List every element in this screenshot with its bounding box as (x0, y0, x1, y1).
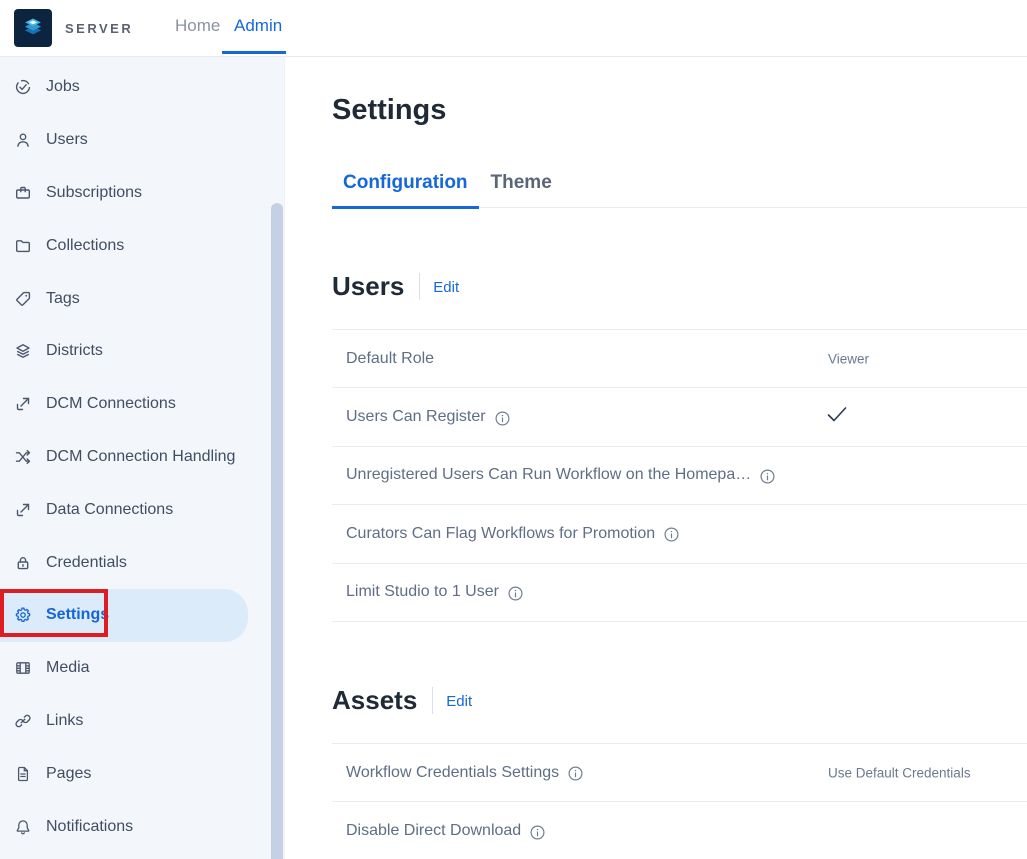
nav-tab-admin[interactable]: Admin (234, 16, 282, 36)
tab-configuration[interactable]: Configuration (332, 172, 479, 209)
film-icon (14, 659, 32, 677)
sidebar-item-label: Collections (46, 237, 124, 255)
users-settings-table: Default Role Viewer Users Can Register (332, 329, 1027, 622)
sidebar-item-label: DCM Connections (46, 395, 176, 413)
settings-tabs: Configuration Theme (332, 172, 1027, 208)
setting-row-users-can-register: Users Can Register (332, 388, 1027, 446)
arrow-up-right-icon (14, 501, 32, 519)
page-title: Settings (332, 94, 1027, 127)
logo-label: SERVER (65, 21, 133, 36)
sidebar-item-settings[interactable]: Settings (0, 589, 248, 642)
sidebar-item-districts[interactable]: Districts (0, 325, 284, 378)
sidebar-item-label: Users (46, 131, 88, 149)
setting-row-default-role: Default Role Viewer (332, 330, 1027, 388)
sidebar-item-label: Subscriptions (46, 184, 142, 202)
sidebar-item-label: Settings (46, 606, 109, 624)
setting-row-workflow-credentials: Workflow Credentials Settings Use Defaul… (332, 744, 1027, 802)
jobs-check-circle-icon (14, 78, 32, 96)
sidebar-item-pages[interactable]: Pages (0, 747, 284, 800)
sidebar-item-label: Jobs (46, 78, 80, 96)
tab-theme[interactable]: Theme (480, 172, 563, 207)
document-icon (14, 765, 32, 783)
setting-value: Use Default Credentials (828, 765, 971, 780)
users-section-header: Users Edit (332, 271, 1027, 302)
sidebar-item-label: Tags (46, 290, 80, 308)
tag-icon (14, 290, 32, 308)
arrow-up-right-icon (14, 395, 32, 413)
briefcase-icon (14, 184, 32, 202)
setting-row-curators-flag: Curators Can Flag Workflows for Promotio… (332, 505, 1027, 563)
sidebar-item-label: Notifications (46, 818, 133, 836)
sidebar-item-data-connections[interactable]: Data Connections (0, 483, 284, 536)
checkmark-icon (827, 407, 847, 428)
layers-icon (14, 342, 32, 360)
sidebar-item-label: Credentials (46, 554, 127, 572)
heading-divider (432, 687, 433, 714)
top-header: SERVER Home Admin (0, 0, 1027, 57)
info-icon[interactable] (568, 766, 583, 781)
assets-edit-button[interactable]: Edit (446, 691, 472, 710)
sidebar-item-label: Links (46, 712, 83, 730)
sidebar-item-collections[interactable]: Collections (0, 219, 284, 272)
info-icon[interactable] (508, 586, 523, 601)
sidebar-item-label: DCM Connection Handling (46, 448, 235, 466)
layers-logo-icon (14, 9, 52, 47)
info-icon[interactable] (760, 469, 775, 484)
users-edit-button[interactable]: Edit (433, 277, 459, 296)
sidebar-item-tags[interactable]: Tags (0, 272, 284, 325)
server-logo[interactable]: SERVER (14, 9, 133, 47)
assets-section-header: Assets Edit (332, 685, 1027, 716)
admin-settings-page: SERVER Home Admin Jobs Users (0, 0, 1027, 859)
section-heading: Assets (332, 685, 417, 716)
sidebar-item-media[interactable]: Media (0, 642, 284, 695)
gear-icon (14, 606, 32, 624)
heading-divider (419, 273, 420, 300)
bell-icon (14, 818, 32, 836)
sidebar-item-notifications[interactable]: Notifications (0, 800, 284, 853)
person-icon (14, 131, 32, 149)
info-icon[interactable] (664, 527, 679, 542)
info-icon[interactable] (530, 825, 545, 840)
sidebar-item-dcm-connections[interactable]: DCM Connections (0, 378, 284, 431)
folder-icon (14, 237, 32, 255)
setting-row-unregistered-users: Unregistered Users Can Run Workflow on t… (332, 447, 1027, 505)
sidebar-item-label: Districts (46, 342, 103, 360)
sidebar-item-links[interactable]: Links (0, 695, 284, 748)
sidebar-scrollbar-thumb[interactable] (271, 203, 283, 859)
assets-settings-table: Workflow Credentials Settings Use Defaul… (332, 743, 1027, 859)
sidebar-item-jobs[interactable]: Jobs (0, 61, 284, 114)
lock-icon (14, 554, 32, 572)
shuffle-icon (14, 448, 32, 466)
setting-value: Viewer (828, 351, 869, 366)
nav-active-underline (222, 51, 286, 54)
section-heading: Users (332, 271, 404, 302)
nav-tab-home[interactable]: Home (175, 16, 220, 36)
sidebar-item-dcm-connection-handling[interactable]: DCM Connection Handling (0, 431, 284, 484)
sidebar-item-subscriptions[interactable]: Subscriptions (0, 167, 284, 220)
sidebar-item-users[interactable]: Users (0, 114, 284, 167)
setting-row-disable-direct-download: Disable Direct Download (332, 802, 1027, 859)
sidebar-item-label: Media (46, 659, 90, 677)
chain-link-icon (14, 712, 32, 730)
sidebar-item-label: Pages (46, 765, 91, 783)
settings-main-panel: Settings Configuration Theme Users Edit … (285, 57, 1027, 859)
admin-sidebar: Jobs Users Subscriptions Collections (0, 57, 285, 859)
setting-row-limit-studio: Limit Studio to 1 User (332, 564, 1027, 622)
sidebar-item-label: Data Connections (46, 501, 173, 519)
sidebar-item-credentials[interactable]: Credentials (0, 536, 284, 589)
info-icon[interactable] (495, 411, 510, 426)
